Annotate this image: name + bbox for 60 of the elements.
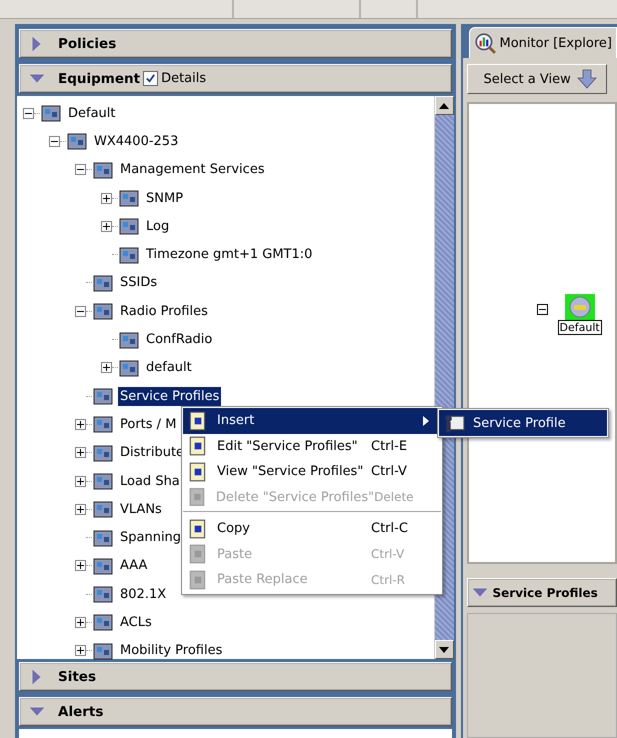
tree-item[interactable]: SSIDs [118,273,160,292]
tree-item[interactable]: Mobility Profiles [118,641,224,660]
section-header[interactable]: Alerts [19,697,452,726]
tree-item[interactable]: Radio Profiles [118,302,210,321]
section-title: Alerts [58,704,104,720]
expand-toggle-icon[interactable] [101,192,112,204]
expand-toggle-icon[interactable] [75,418,86,430]
expand-toggle-icon[interactable] [23,108,34,119]
expand-toggle-icon[interactable] [75,164,86,176]
menu-item[interactable]: Edit "Service Profiles" Ctrl-E [183,434,441,459]
scroll-up-button[interactable] [434,96,454,115]
section-header[interactable]: Equipment Details [19,64,452,93]
tree-item[interactable]: Default [66,104,118,123]
section-title: Equipment [58,70,140,86]
expand-toggle-icon[interactable] [75,616,86,628]
section-header[interactable]: Policies [19,29,452,58]
node-label: Default [558,320,602,335]
tree-item[interactable]: Spanning [118,528,184,548]
tree-item[interactable]: Ports / M [118,414,178,434]
tree-item[interactable]: Management Services [118,160,267,180]
expand-toggle-icon[interactable] [75,645,86,656]
tree-item[interactable]: AAA [118,556,150,576]
menu-item[interactable]: Service Profile [439,410,607,436]
monitor-tab[interactable]: Monitor [Explore] [468,27,617,58]
menu-item[interactable]: View "Service Profiles" Ctrl-V [183,459,441,484]
expand-toggle-icon[interactable] [49,136,60,147]
tree-item[interactable]: Service Profiles [118,386,222,406]
tree-item[interactable]: ACLs [118,612,154,632]
tree-item[interactable]: SNMP [144,188,186,208]
collapse-toggle-icon[interactable] [536,304,548,315]
expand-toggle-icon[interactable] [101,362,112,374]
tree-item[interactable]: VLANs [118,500,164,519]
expand-toggle-icon[interactable] [101,220,112,232]
down-arrow-icon [439,646,450,652]
section-header[interactable]: Service Profiles [466,578,617,607]
section-header[interactable]: Sites [19,662,452,691]
checkbox-label: Details [161,71,206,86]
select-view-button[interactable]: Select a View [466,64,607,94]
globe-node-icon[interactable] [564,294,595,320]
expand-toggle-icon[interactable] [75,447,86,458]
checkbox[interactable] [143,71,158,86]
menu-item[interactable]: Copy Ctrl-C [183,516,441,542]
expand-toggle-icon[interactable] [75,504,86,515]
down-arrow-icon [576,69,598,89]
expand-toggle-icon[interactable] [75,306,86,317]
section-title: Policies [58,36,116,52]
up-arrow-icon [439,102,450,108]
expand-toggle-icon[interactable] [75,476,86,486]
expand-toggle-icon[interactable] [75,560,86,572]
chart-magnifier-icon [474,32,496,54]
tree-item[interactable]: 802.1X [118,584,168,604]
tree-item[interactable]: Load Sha [118,472,182,490]
section-title: Sites [58,668,96,684]
scroll-down-button[interactable] [434,640,454,659]
section-title: Service Profiles [492,586,598,600]
tree-item[interactable]: ConfRadio [144,330,214,350]
tree-item[interactable]: WX4400-253 [92,132,180,151]
tree-item[interactable]: Timezone gmt+1 GMT1:0 [144,245,314,264]
tree-item[interactable]: Log [144,216,172,236]
tree-item[interactable]: default [144,358,194,378]
